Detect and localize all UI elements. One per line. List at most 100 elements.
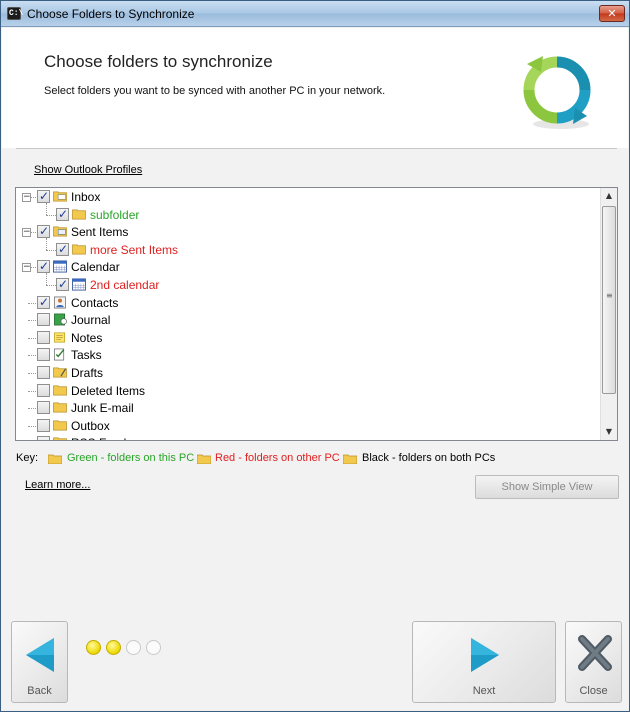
tree-scrollbar[interactable]: ▲ ≡ ▼ bbox=[600, 188, 617, 440]
tree-connector bbox=[46, 249, 56, 251]
tree-row-label: Sent Items bbox=[71, 225, 129, 240]
app-icon-text: C:\ bbox=[9, 9, 24, 18]
collapse-toggle-icon[interactable]: − bbox=[22, 193, 31, 202]
tree-row[interactable]: Tasks bbox=[16, 347, 596, 364]
folder-checkbox[interactable] bbox=[56, 242, 69, 256]
folder-checkbox[interactable] bbox=[56, 277, 69, 291]
scroll-up-arrow-icon[interactable]: ▲ bbox=[601, 188, 617, 204]
learn-more-link[interactable]: Learn more... bbox=[25, 479, 90, 491]
folder-icon bbox=[72, 244, 86, 255]
back-label: Back bbox=[27, 685, 52, 697]
tree-row-label: Junk E-mail bbox=[71, 401, 134, 416]
notes-icon bbox=[54, 332, 66, 343]
progress-dot bbox=[106, 640, 121, 655]
folder-icon bbox=[53, 437, 67, 440]
dialog-content: Choose folders to synchronize Select fol… bbox=[2, 28, 628, 710]
folder-icon bbox=[48, 454, 62, 464]
tree-row-label: Outbox bbox=[71, 418, 110, 433]
tree-row[interactable]: Notes bbox=[16, 330, 596, 347]
scroll-down-arrow-icon[interactable]: ▼ bbox=[601, 424, 617, 440]
folder-checkbox[interactable] bbox=[37, 366, 50, 379]
sent-folder-icon bbox=[53, 226, 67, 237]
close-x-icon bbox=[578, 635, 612, 671]
header-separator bbox=[16, 148, 617, 149]
journal-icon bbox=[54, 313, 67, 326]
folder-icon bbox=[53, 402, 67, 413]
folder-checkbox[interactable] bbox=[37, 330, 50, 344]
app-icon: C:\ bbox=[7, 7, 24, 20]
tree-row-label: Journal bbox=[71, 313, 111, 328]
tree-row-label: Notes bbox=[71, 330, 103, 345]
folder-checkbox[interactable] bbox=[37, 383, 50, 397]
tree-row-label: Drafts bbox=[71, 366, 104, 380]
progress-dot bbox=[86, 640, 101, 655]
tree-row[interactable]: Drafts bbox=[16, 365, 596, 382]
tree-row[interactable]: − Sent Items bbox=[16, 224, 596, 241]
tree-connector bbox=[46, 214, 56, 216]
tree-row[interactable]: Contacts bbox=[16, 295, 596, 312]
window-close-button[interactable]: ✕ bbox=[599, 5, 625, 22]
folder-checkbox[interactable] bbox=[37, 418, 50, 432]
next-arrow-icon bbox=[471, 638, 499, 672]
tree-row[interactable]: − Inbox bbox=[16, 189, 596, 206]
tree-row[interactable]: subfolder bbox=[16, 202, 596, 224]
folder-checkbox[interactable] bbox=[37, 436, 50, 440]
tree-row-label: 2nd calendar bbox=[90, 278, 160, 292]
key-black: Black - folders on both PCs bbox=[362, 452, 496, 464]
progress-dot bbox=[126, 640, 141, 655]
header-area: Choose folders to synchronize Select fol… bbox=[2, 28, 628, 148]
color-key: Key: Green - folders on this PC Red - fo… bbox=[16, 452, 616, 468]
folder-checkbox[interactable] bbox=[56, 207, 69, 221]
back-button[interactable]: Back bbox=[11, 621, 68, 703]
page-subtitle: Select folders you want to be synced wit… bbox=[44, 85, 386, 97]
drafts-icon bbox=[53, 367, 67, 378]
title-bar[interactable]: C:\ Choose Folders to Synchronize ✕ bbox=[1, 1, 629, 27]
folder-tree[interactable]: RSS Feeds Outbox Junk E-mail Deleted Items D… bbox=[15, 187, 618, 441]
key-red: Red - folders on other PC bbox=[215, 452, 340, 464]
collapse-toggle-icon[interactable]: − bbox=[22, 228, 31, 238]
page-title: Choose folders to synchronize bbox=[44, 52, 273, 71]
show-simple-view-button[interactable]: Show Simple View bbox=[475, 475, 619, 499]
tree-row[interactable]: 2nd calendar bbox=[16, 273, 596, 294]
tasks-icon bbox=[54, 348, 65, 361]
tree-row-label: RSS Feeds bbox=[71, 436, 132, 440]
collapse-toggle-icon[interactable]: − bbox=[22, 263, 31, 273]
tree-row[interactable]: more Sent Items bbox=[16, 237, 596, 259]
folder-icon bbox=[53, 385, 67, 396]
close-label: Close bbox=[579, 685, 608, 697]
back-arrow-icon bbox=[26, 638, 54, 672]
progress-indicator bbox=[86, 640, 176, 656]
next-button[interactable]: Next bbox=[412, 621, 556, 703]
folder-checkbox[interactable] bbox=[37, 259, 50, 274]
calendar-icon bbox=[53, 260, 67, 273]
sync-logo-icon bbox=[523, 56, 591, 129]
folder-checkbox[interactable] bbox=[37, 313, 50, 327]
tree-row[interactable]: Outbox bbox=[16, 418, 596, 435]
tree-row[interactable]: Deleted Items bbox=[16, 383, 596, 400]
calendar-icon bbox=[72, 278, 86, 291]
tree-row-label: subfolder bbox=[90, 207, 140, 222]
key-label: Key: bbox=[16, 452, 39, 464]
tree-row-label: Contacts bbox=[71, 295, 119, 310]
tree-row[interactable]: Journal bbox=[16, 312, 596, 329]
close-button[interactable]: Close bbox=[565, 621, 622, 703]
folder-icon bbox=[53, 420, 67, 431]
inbox-folder-icon bbox=[53, 191, 67, 202]
tree-row[interactable]: − Calendar bbox=[16, 259, 596, 276]
folder-checkbox[interactable] bbox=[37, 348, 50, 362]
next-label: Next bbox=[472, 685, 496, 697]
tree-row-label: Calendar bbox=[71, 260, 120, 275]
tree-row[interactable]: RSS Feeds bbox=[16, 435, 596, 440]
progress-dot bbox=[146, 640, 161, 655]
folder-checkbox[interactable] bbox=[37, 189, 50, 203]
window-title: Choose Folders to Synchronize bbox=[27, 7, 195, 21]
scroll-thumb[interactable]: ≡ bbox=[602, 206, 616, 394]
dialog-window: C:\ Choose Folders to Synchronize ✕ Choo… bbox=[0, 0, 630, 712]
folder-checkbox[interactable] bbox=[37, 401, 50, 415]
tree-row[interactable]: Junk E-mail bbox=[16, 400, 596, 417]
show-outlook-profiles-link[interactable]: Show Outlook Profiles bbox=[34, 164, 142, 176]
contacts-icon bbox=[54, 296, 66, 309]
folder-icon bbox=[197, 454, 211, 464]
folder-checkbox[interactable] bbox=[37, 224, 50, 239]
folder-checkbox[interactable] bbox=[37, 295, 50, 309]
